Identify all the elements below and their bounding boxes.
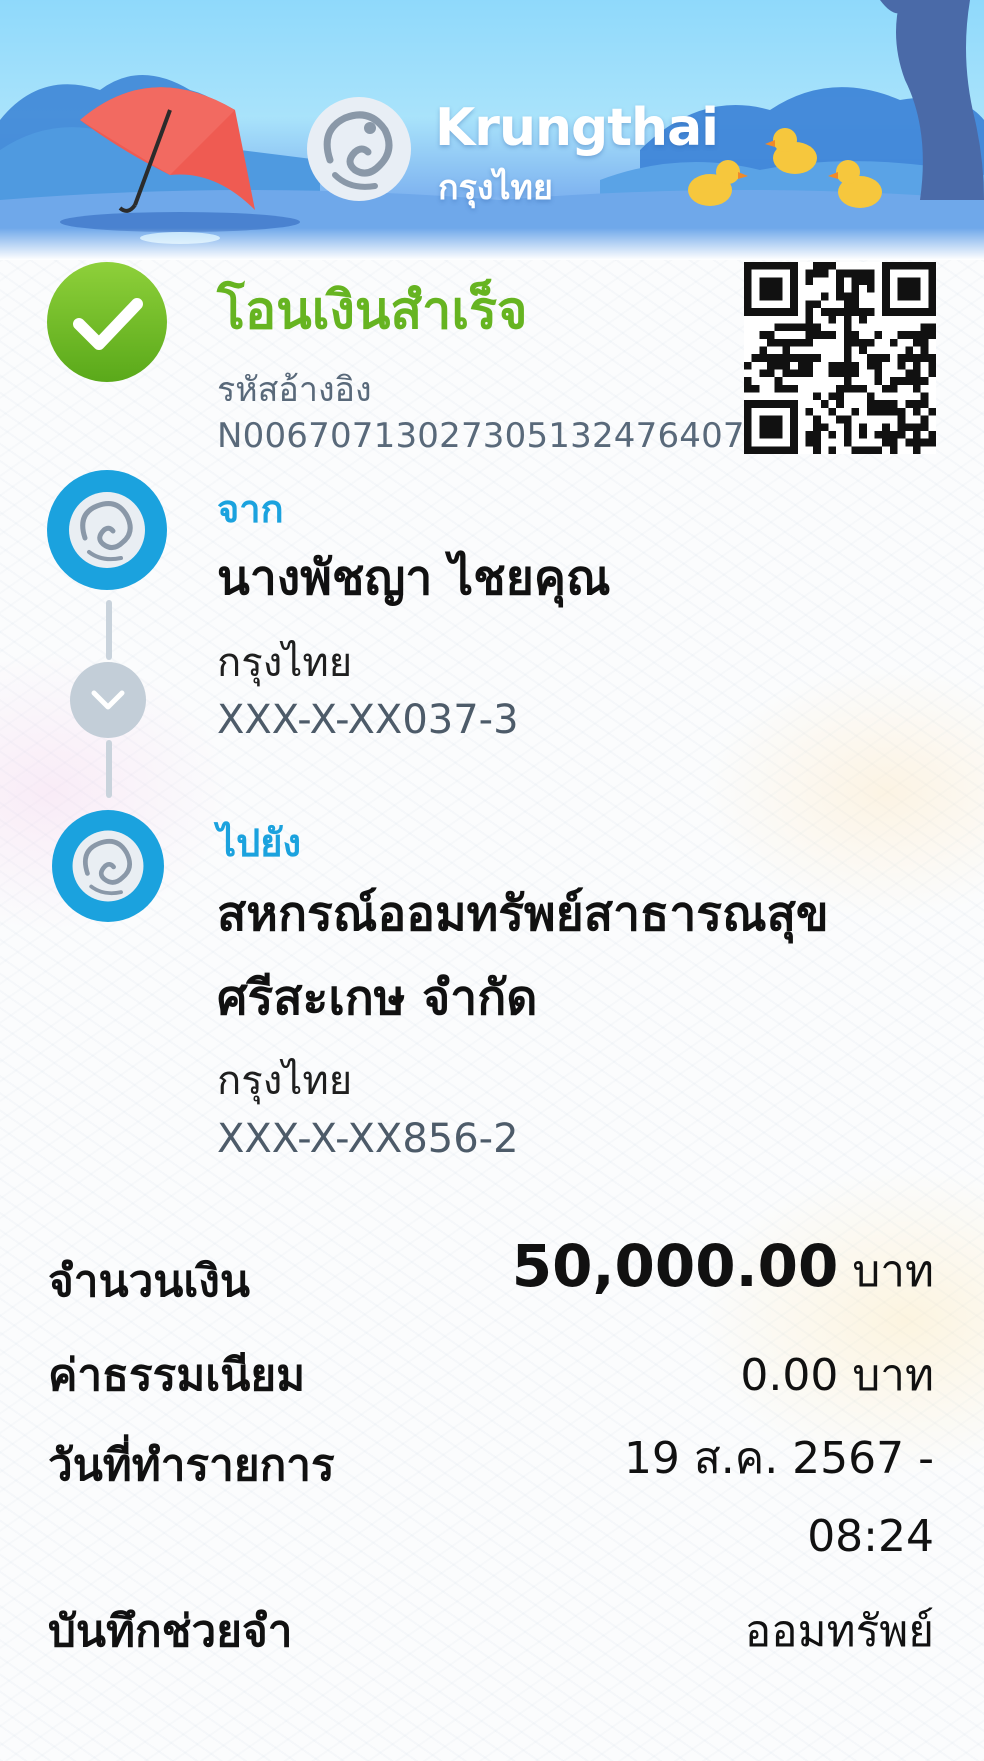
date-value: 19 ส.ค. 2567 - 08:24 [624,1420,934,1576]
sender-name: นางพัชญา ไชยคุณ [217,550,611,606]
amount-label: จำนวนเงิน [48,1256,250,1307]
fee-label: ค่าธรรมเนียม [48,1350,306,1401]
memo-value: ออมทรัพย์ [744,1606,934,1657]
status-title: โอนเงินสำเร็จ [217,281,528,341]
header-banner: Krungthai กรุงไทย [0,0,984,260]
recipient-account: XXX-X-XX856-2 [217,1116,519,1162]
memo-label: บันทึกช่วยจำ [48,1606,293,1657]
brand-name-th: กรุงไทย [438,168,553,208]
krungthai-logo-icon [307,97,411,201]
recipient-bank-logo-icon [52,810,164,922]
sender-bank-logo-icon [47,470,167,590]
to-label: ไปยัง [217,821,302,865]
date-value-line2: 08:24 [807,1511,934,1562]
timeline-connector [70,662,146,738]
amount-row-value: 50,000.00 บาท [512,1232,934,1306]
sender-bank: กรุงไทย [217,640,353,686]
timeline-line-top [106,600,112,660]
recipient-name: สหกรณ์ออมทรัพย์สาธารณสุขศรีสะเกษ จำกัด [217,886,829,1026]
reference-label: รหัสอ้างอิง [217,370,372,410]
sender-account: XXX-X-XX037-3 [217,697,519,743]
date-value-line1: 19 ส.ค. 2567 - [623,1433,934,1484]
from-label: จาก [217,487,284,531]
timeline-line-bottom [106,740,112,798]
qr-code-icon[interactable] [744,262,936,454]
reference-value: N006707130273051324764070 [217,416,767,456]
recipient-bank: กรุงไทย [217,1058,353,1104]
amount-unit: บาท [852,1246,934,1297]
brand: Krungthai กรุงไทย [300,90,719,210]
check-circle-icon [47,262,167,382]
brand-name-en: Krungthai [435,98,719,158]
amount-value: 50,000.00 [511,1232,839,1300]
chevron-down-icon [91,690,125,710]
fee-value: 0.00 บาท [740,1350,934,1401]
date-label: วันที่ทำรายการ [48,1440,335,1491]
